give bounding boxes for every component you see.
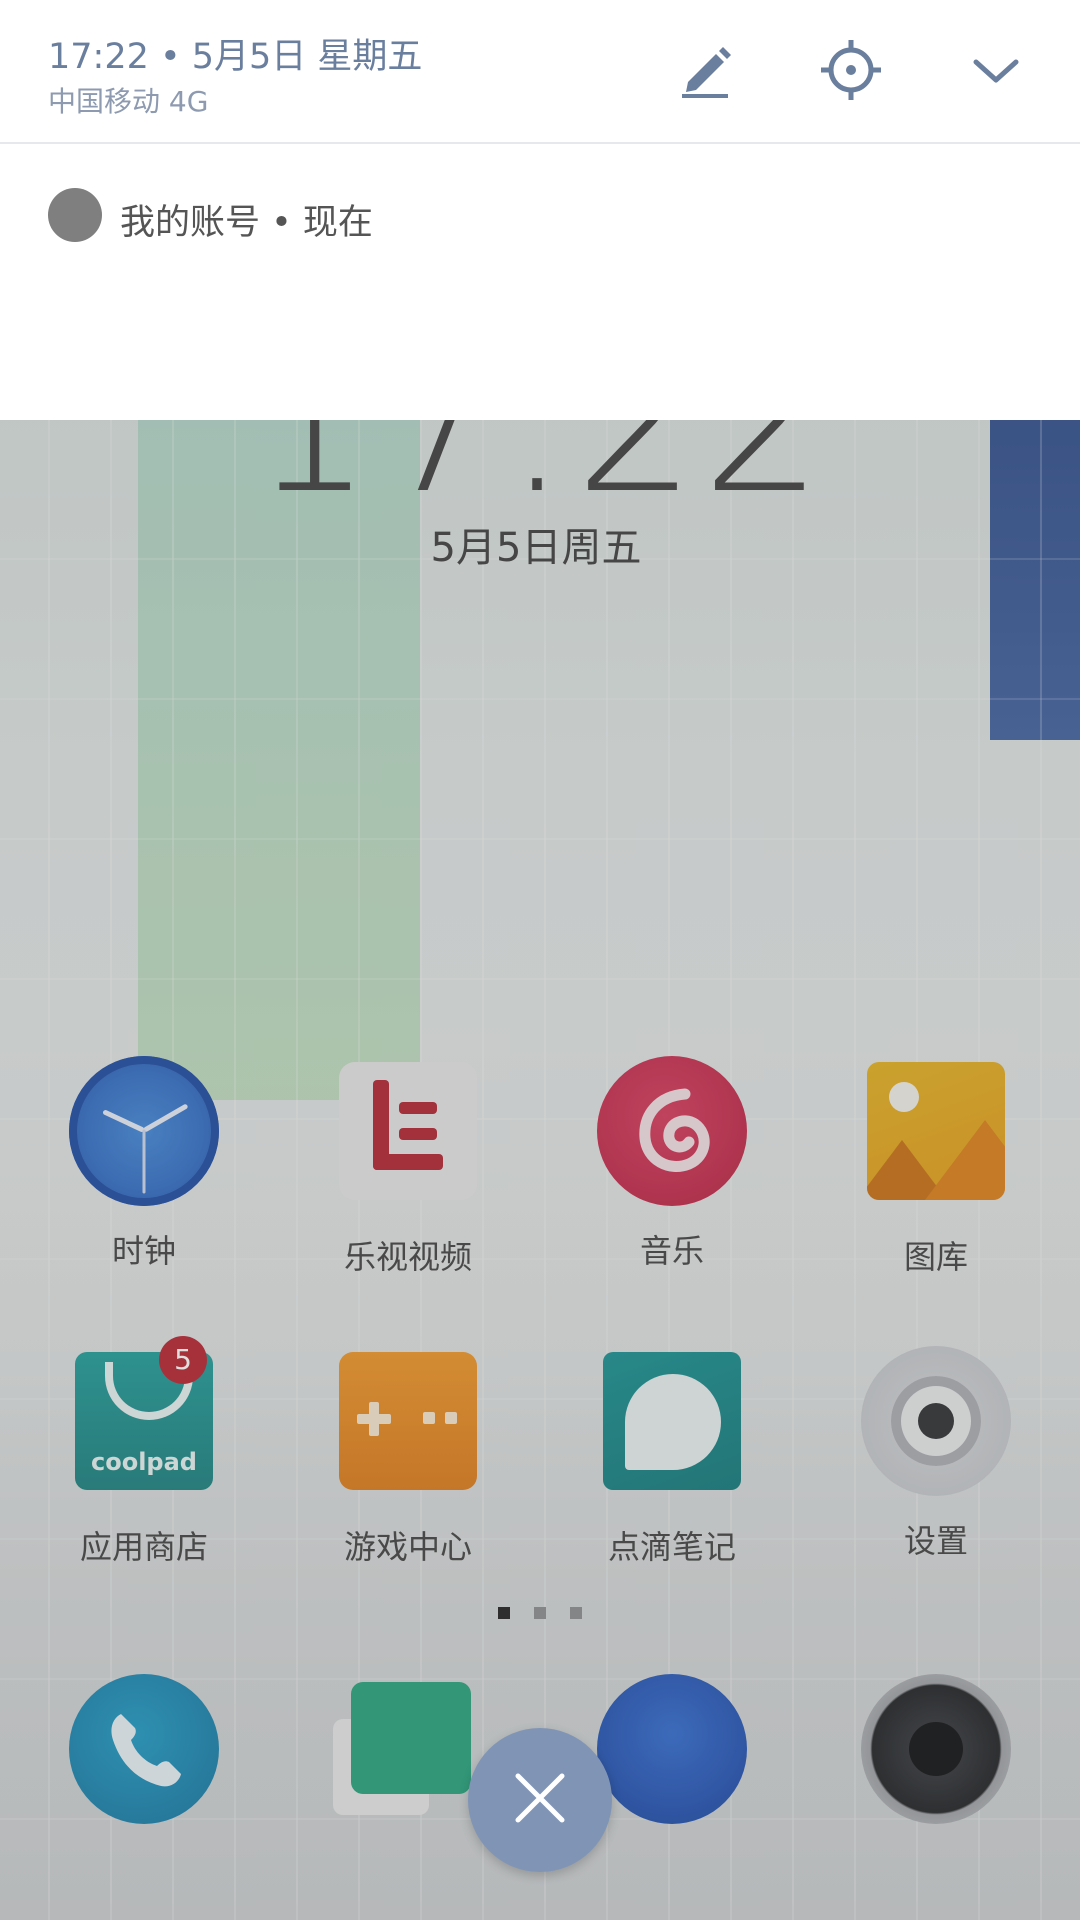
close-button[interactable] [468, 1728, 612, 1872]
notification-text[interactable]: 我的账号 • 现在 [120, 194, 373, 245]
close-icon [512, 1770, 568, 1830]
gear-icon [819, 38, 883, 106]
shade-divider [0, 142, 1080, 144]
chevron-down-icon [970, 50, 1022, 94]
carrier-label: 中国移动 4G [48, 85, 209, 118]
pencil-icon [678, 40, 734, 104]
notification-shade: 17:22 • 5月5日 星期五 中国移动 4G 我的账号 • 现在 [0, 0, 1080, 420]
shade-datetime: 17:22 • 5月5日 星期五 [48, 37, 423, 77]
avatar [48, 188, 102, 242]
edit-button[interactable] [670, 36, 742, 108]
settings-button[interactable] [815, 36, 887, 108]
collapse-button[interactable] [960, 36, 1032, 108]
